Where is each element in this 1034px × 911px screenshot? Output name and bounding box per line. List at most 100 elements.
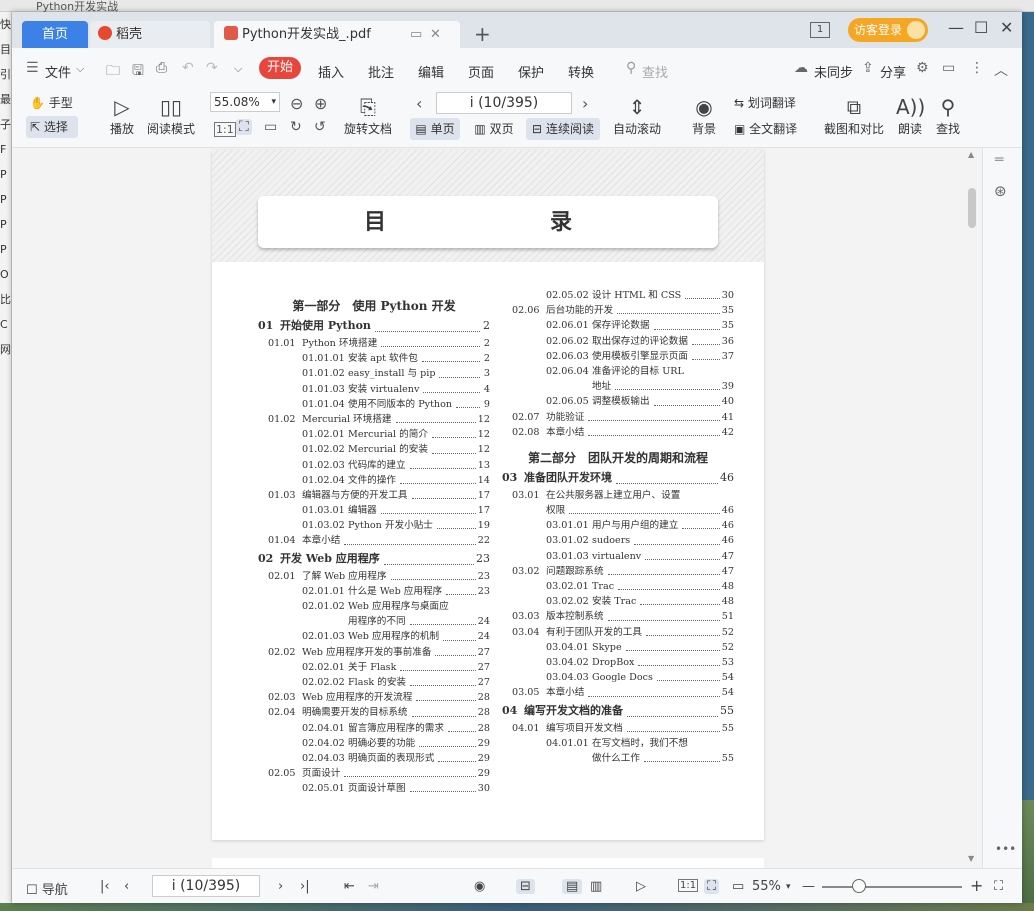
visitor-login-button[interactable]: 访客登录 bbox=[848, 18, 928, 42]
first-page-icon[interactable]: |‹ bbox=[100, 879, 110, 894]
single-page-button[interactable]: ▤ 单页 bbox=[410, 118, 460, 140]
collapse-ribbon-icon[interactable]: ︿ bbox=[994, 60, 1008, 80]
rotate-left-icon[interactable]: ↺ bbox=[314, 119, 326, 135]
page-number-input[interactable]: i (10/395) bbox=[436, 92, 572, 114]
toc-title: 本章小结 bbox=[546, 687, 585, 699]
tab-home[interactable]: 首页 bbox=[22, 21, 88, 49]
status-zoom-value[interactable]: 55% bbox=[752, 879, 781, 894]
previous-page-icon[interactable]: ‹ bbox=[416, 94, 422, 113]
share-icon: ⇪ bbox=[862, 60, 874, 76]
full-translate-button[interactable]: ▣ 全文翻译 bbox=[734, 120, 814, 137]
quick-access-dropdown-icon[interactable]: ⌵ bbox=[234, 62, 242, 76]
message-icon[interactable]: ▭ bbox=[942, 60, 955, 76]
play-button[interactable]: ▷ 播放 bbox=[104, 94, 140, 137]
close-tab-icon[interactable]: ✕ bbox=[430, 21, 441, 49]
menu-convert[interactable]: 转换 bbox=[568, 62, 594, 81]
sync-status[interactable]: 未同步 bbox=[814, 62, 853, 81]
zoom-slider[interactable] bbox=[822, 886, 962, 888]
continuous-reading-button[interactable]: ⊟ 连续阅读 bbox=[526, 118, 600, 140]
menu-annotate[interactable]: 批注 bbox=[368, 62, 394, 81]
zoom-out-icon[interactable]: ⊖ bbox=[290, 94, 303, 113]
zoom-in-icon[interactable]: + bbox=[970, 876, 983, 895]
rotate-document-button[interactable]: ⎘ 旋转文档 bbox=[342, 94, 394, 137]
scrollbar-thumb[interactable] bbox=[968, 188, 976, 228]
previous-page-icon[interactable]: ‹ bbox=[124, 879, 129, 894]
scroll-up-icon[interactable]: ▲ bbox=[968, 150, 974, 159]
auto-scroll-button[interactable]: ⇕ 自动滚动 bbox=[608, 94, 666, 137]
tab-pdf-document[interactable]: Python开发实战_.pdf ▭ ✕ bbox=[214, 21, 460, 49]
menu-start[interactable]: 开始 bbox=[259, 57, 301, 79]
minimize-icon[interactable]: — bbox=[948, 18, 964, 37]
zoom-slider-handle[interactable] bbox=[852, 879, 866, 893]
rotate-right-icon[interactable]: ↻ bbox=[290, 119, 302, 135]
print-icon[interactable]: ⎙ bbox=[156, 60, 167, 76]
read-aloud-button[interactable]: A)) 朗读 bbox=[896, 94, 925, 137]
menu-protect[interactable]: 保护 bbox=[518, 62, 544, 81]
redo-icon[interactable]: ↷ bbox=[206, 60, 218, 76]
menu-file[interactable]: 文件 bbox=[45, 62, 71, 81]
single-page-mode-icon[interactable]: ▤ bbox=[562, 879, 583, 894]
next-page-icon[interactable]: › bbox=[278, 879, 283, 894]
hamburger-menu-icon[interactable]: ☰ bbox=[26, 60, 39, 76]
pin-window-icon[interactable]: ▭ bbox=[410, 21, 422, 49]
last-page-icon[interactable]: ›| bbox=[300, 879, 310, 894]
undo-icon[interactable]: ↶ bbox=[182, 60, 194, 76]
close-window-icon[interactable]: ✕ bbox=[1000, 18, 1013, 37]
status-page-input[interactable]: i (10/395) bbox=[152, 875, 260, 897]
fit-page-icon[interactable]: ⛶ bbox=[236, 119, 252, 135]
play-icon[interactable]: ▷ bbox=[636, 879, 646, 894]
actual-size-icon[interactable]: 1:1 bbox=[214, 122, 236, 137]
eye-protection-icon[interactable]: ◉ bbox=[474, 879, 485, 894]
save-icon[interactable]: 🖫 bbox=[132, 60, 144, 84]
window-layout-icon[interactable]: 1 bbox=[810, 22, 830, 38]
toc-number: 01.01.04 bbox=[302, 398, 345, 410]
panel-menu-icon[interactable]: ═ bbox=[995, 152, 1003, 168]
next-pdf-page bbox=[212, 858, 764, 868]
chevron-down-icon[interactable]: ▾ bbox=[786, 882, 791, 892]
continuous-mode-icon[interactable]: ⊟ bbox=[516, 879, 535, 894]
menu-page[interactable]: 页面 bbox=[468, 62, 494, 81]
ai-search-icon[interactable]: ⊛ bbox=[994, 182, 1007, 200]
next-page-icon[interactable]: › bbox=[582, 94, 588, 113]
share-button[interactable]: 分享 bbox=[880, 62, 906, 81]
select-tool[interactable]: ⇱ 选择 bbox=[26, 116, 78, 138]
toc-title: 后台功能的开发 bbox=[546, 305, 614, 317]
back-icon[interactable]: ⇤ bbox=[344, 879, 355, 894]
find-button[interactable]: ⚲ 查找 bbox=[934, 94, 962, 137]
fit-width-icon[interactable]: ▭ bbox=[732, 879, 744, 894]
toc-number: 02 bbox=[258, 551, 274, 565]
toc-page-number: 29 bbox=[476, 766, 490, 782]
forward-icon[interactable]: ⇥ bbox=[368, 879, 379, 894]
document-viewport[interactable]: 目 录 第一部分 使用 Python 开发 01 开始使用 Python 2 01.01… bbox=[12, 148, 1022, 868]
read-mode-button[interactable]: ▯▯ 阅读模式 bbox=[146, 94, 196, 137]
more-horizontal-icon[interactable]: ••• bbox=[995, 842, 1016, 856]
background-button[interactable]: ◉ 背景 bbox=[686, 94, 722, 137]
scroll-down-icon[interactable]: ▼ bbox=[968, 854, 974, 863]
zoom-in-icon[interactable]: ⊕ bbox=[314, 94, 327, 113]
fit-width-icon[interactable]: ▭ bbox=[264, 119, 277, 135]
chevron-down-icon[interactable]: ⌵ bbox=[76, 62, 84, 76]
hand-tool[interactable]: ✋ 手型 bbox=[30, 94, 86, 111]
menu-edit[interactable]: 编辑 bbox=[418, 62, 444, 81]
zoom-out-icon[interactable]: — bbox=[802, 879, 815, 894]
new-tab-button[interactable]: + bbox=[474, 22, 491, 46]
settings-gear-icon[interactable]: ⚙ bbox=[916, 60, 929, 76]
crop-compare-button[interactable]: ⧉ 截图和对比 bbox=[822, 94, 886, 137]
search-input[interactable]: 查找 bbox=[642, 62, 668, 81]
menu-insert[interactable]: 插入 bbox=[318, 62, 344, 81]
zoom-select[interactable]: 55.08% ▾ bbox=[210, 92, 280, 112]
toc-entry: 02.06.04 准备评论的目标 URL bbox=[502, 364, 734, 379]
double-page-button[interactable]: ▥ 双页 bbox=[464, 118, 524, 140]
fit-page-icon[interactable]: ⛶ bbox=[704, 879, 720, 894]
actual-size-icon[interactable]: 1:1 bbox=[678, 879, 699, 892]
maximize-icon[interactable]: ☐ bbox=[974, 18, 988, 37]
vertical-scrollbar[interactable]: ▲ ▼ bbox=[965, 148, 979, 868]
open-folder-icon[interactable]: 🗀 bbox=[106, 60, 120, 84]
more-vertical-icon[interactable]: ⋮ bbox=[970, 60, 984, 76]
double-page-mode-icon[interactable]: ▥ bbox=[590, 879, 602, 894]
fullscreen-icon[interactable]: ⛶ bbox=[994, 879, 1003, 894]
toc-entry: 01.04 本章小结 22 bbox=[258, 533, 490, 549]
word-translate-button[interactable]: ⇆ 划词翻译 bbox=[734, 94, 814, 111]
navigation-toggle[interactable]: ☐ 导航 bbox=[26, 879, 68, 898]
tab-daoke[interactable]: 稻壳 bbox=[90, 21, 210, 49]
